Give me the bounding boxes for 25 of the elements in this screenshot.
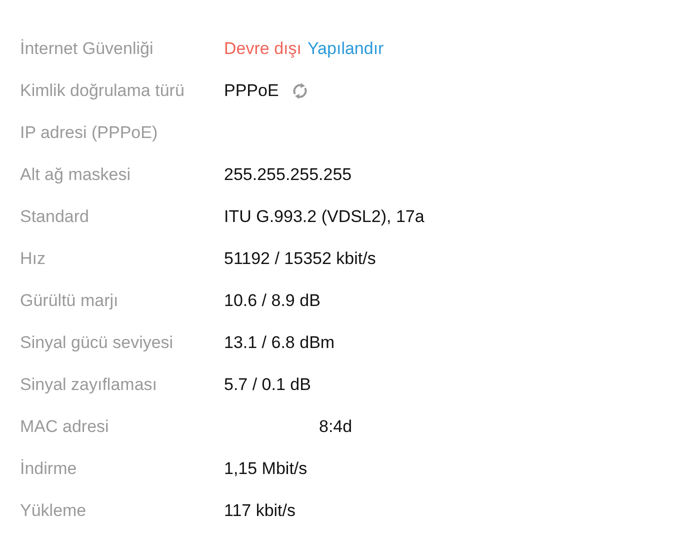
field-value: 117 kbit/s xyxy=(224,501,296,521)
field-value: 10.6 / 8.9 dB xyxy=(224,291,320,311)
field-label: Yükleme xyxy=(20,501,88,521)
field-label: IP adresi (PPPoE) xyxy=(20,123,159,143)
status-text: Devre dışı xyxy=(224,39,302,59)
field-label: Hız xyxy=(20,249,46,269)
refresh-icon[interactable] xyxy=(290,82,309,100)
field-label: Kimlik doğrulama türü xyxy=(20,81,186,101)
field-value: 5.7 / 0.1 dB xyxy=(224,375,311,395)
field-label: MAC adresi xyxy=(20,417,110,437)
field-value: PPPoE xyxy=(224,81,279,101)
configure-link[interactable]: Yapılandır xyxy=(307,39,384,59)
field-label: İndirme xyxy=(20,459,78,479)
field-value: 13.1 / 6.8 dBm xyxy=(224,333,335,353)
field-value: 51192 / 15352 kbit/s xyxy=(224,249,376,269)
field-value: ITU G.993.2 (VDSL2), 17a xyxy=(224,207,424,227)
field-value: 1,15 Mbit/s xyxy=(224,459,308,479)
field-value: 255.255.255.255 xyxy=(224,165,352,185)
field-label: Alt ağ maskesi xyxy=(20,165,132,185)
field-label: Sinyal gücü seviyesi xyxy=(20,333,174,353)
field-value: 8:4d xyxy=(318,417,352,437)
field-label: Sinyal zayıflaması xyxy=(20,375,158,395)
field-label: İnternet Güvenliği xyxy=(20,39,154,59)
field-label: Standard xyxy=(20,207,90,227)
field-label: Gürültü marjı xyxy=(20,291,120,311)
